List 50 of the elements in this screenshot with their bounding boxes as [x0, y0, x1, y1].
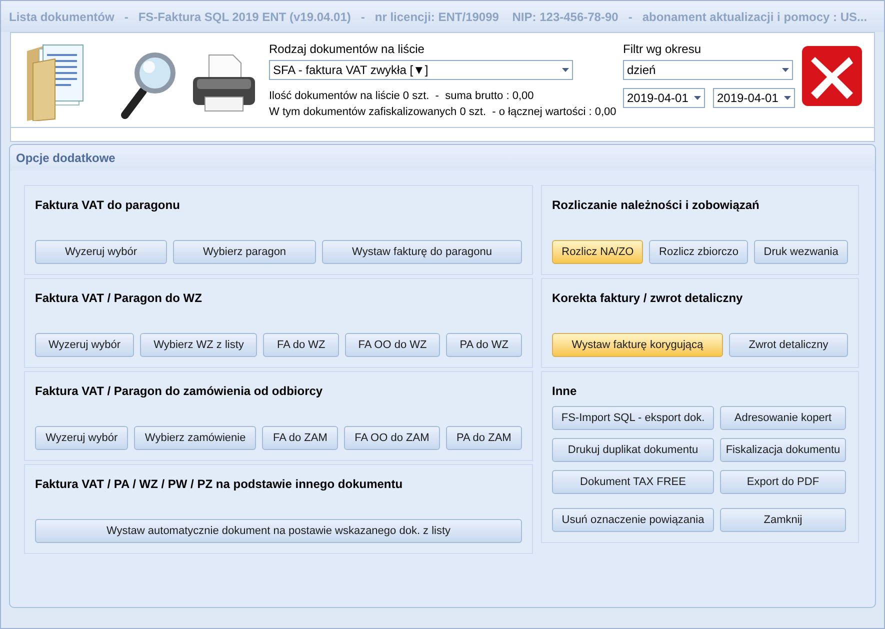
action-button[interactable]: Rozlicz NA/ZO — [552, 240, 644, 264]
dropdown-field[interactable]: dzień — [623, 60, 793, 80]
action-button[interactable]: Fiskalizacja dokumentu — [720, 438, 846, 462]
field-label: Rodzaj dokumentów na liście — [269, 41, 426, 58]
section-title: Faktura VAT / PA / WZ / PW / PZ na podstawie innego dokumentu — [35, 476, 404, 493]
action-button[interactable]: Adresowanie kopert — [720, 406, 846, 430]
action-button[interactable]: Dokument TAX FREE — [552, 470, 714, 494]
section-title: Faktura VAT / Paragon do zamówienia od odbiorcy — [35, 383, 324, 400]
dropdown-caret-icon — [784, 96, 791, 100]
section-title: Korekta faktury / zwrot detaliczny — [552, 290, 744, 307]
action-button[interactable]: Usuń oznaczenie powiązania — [552, 508, 714, 532]
summary-text: W tym dokumentów zafiskalizowanych 0 szt. - o łącznej wartości : 0,00 — [269, 104, 616, 120]
summary-text: Ilość dokumentów na liście 0 szt. - suma brutto : 0,00 — [269, 89, 535, 104]
field-label: Filtr wg okresu — [623, 41, 702, 58]
action-button[interactable]: FS-Import SQL - eksport dok. — [552, 406, 714, 430]
action-button[interactable]: FA OO do ZAM — [344, 426, 440, 450]
action-button[interactable]: Wyzeruj wybór — [35, 333, 134, 357]
printer-icon[interactable] — [191, 53, 257, 113]
panel-title: Opcje dodatkowe — [16, 150, 116, 167]
action-button[interactable]: Zwrot detaliczny — [728, 333, 848, 357]
window-title: Lista dokumentów - FS-Faktura SQL 2019 ENT (v19.04.01) - nr licencji: ENT/19099 NIP: 123-456-78-90 - abonament aktualizacji i pomocy : US... — [9, 8, 868, 26]
action-button[interactable]: Wystaw automatycznie dokument na postawie wskazanego dok. z listy — [35, 519, 522, 543]
dropdown-caret-icon — [694, 96, 701, 100]
action-button[interactable]: Zamknij — [720, 508, 846, 532]
action-button[interactable]: Wybierz WZ z listy — [140, 333, 258, 357]
action-button[interactable]: PA do ZAM — [446, 426, 522, 450]
action-button[interactable]: FA OO do WZ — [344, 333, 440, 357]
action-button[interactable]: Rozlicz zbiorczo — [649, 240, 748, 264]
section-title: Faktura VAT / Paragon do WZ — [35, 290, 203, 307]
action-button[interactable]: Wystaw fakturę korygującą — [552, 333, 723, 357]
section-title: Inne — [552, 383, 578, 400]
action-button[interactable]: Export do PDF — [720, 470, 846, 494]
action-button[interactable]: Wybierz paragon — [173, 240, 316, 264]
action-button[interactable]: Wyzeruj wybór — [35, 426, 128, 450]
action-button[interactable]: FA do ZAM — [262, 426, 338, 450]
action-button[interactable]: Wystaw fakturę do paragonu — [322, 240, 522, 264]
action-button[interactable]: Druk wezwania — [754, 240, 848, 264]
action-button[interactable]: Drukuj duplikat dokumentu — [552, 438, 714, 462]
action-button[interactable]: Wyzeruj wybór — [35, 240, 168, 264]
dropdown-caret-icon — [562, 68, 569, 72]
dropdown-field[interactable]: SFA - faktura VAT zwykła [▼] — [269, 60, 573, 80]
section-title: Faktura VAT do paragonu — [35, 197, 181, 214]
dropdown-field[interactable]: 2019-04-01 — [623, 88, 705, 108]
dropdown-caret-icon — [782, 68, 789, 72]
dropdown-field[interactable]: 2019-04-01 — [713, 88, 795, 108]
action-button[interactable]: FA do WZ — [263, 333, 339, 357]
action-button[interactable]: PA do WZ — [446, 333, 522, 357]
section-title: Rozliczanie należności i zobowiązań — [552, 197, 760, 214]
close-icon[interactable] — [801, 45, 863, 107]
action-button[interactable]: Wybierz zamówienie — [134, 426, 256, 450]
